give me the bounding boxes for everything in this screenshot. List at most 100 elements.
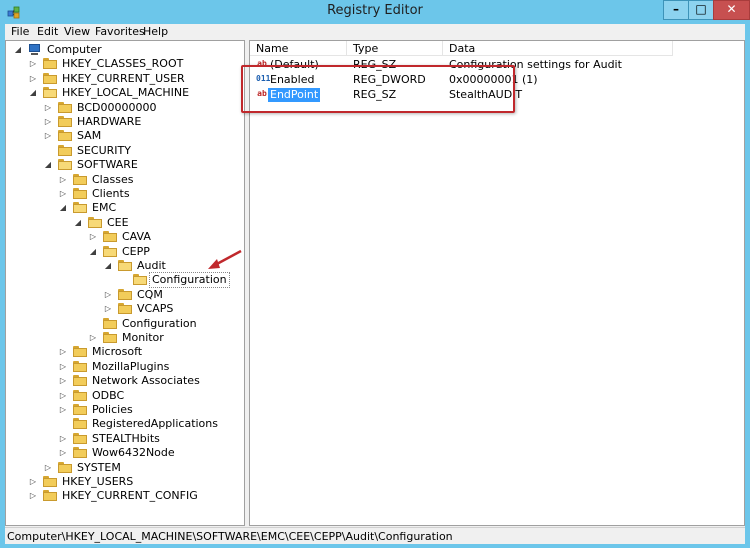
- collapse-arrow-icon[interactable]: ◢: [44, 158, 52, 172]
- column-header-name[interactable]: Name: [250, 41, 347, 56]
- tree-item[interactable]: ▷ Microsoft: [6, 345, 244, 359]
- expand-arrow-icon[interactable]: ▷: [29, 57, 37, 71]
- tree-item[interactable]: ◢ SOFTWARE: [6, 158, 244, 172]
- value-row[interactable]: 011 Enabled REG_DWORD 0x00000001 (1): [250, 73, 744, 87]
- tree-item[interactable]: ◢ EMC: [6, 201, 244, 215]
- menu-favorites[interactable]: Favorites: [95, 25, 145, 38]
- expand-arrow-icon[interactable]: ▷: [44, 101, 52, 115]
- maximize-button[interactable]: □: [688, 0, 714, 20]
- tree-item[interactable]: ▷ HKEY_USERS: [6, 475, 244, 489]
- tree-item[interactable]: ◢ CEE: [6, 216, 244, 230]
- tree-item[interactable]: ▷ VCAPS: [6, 302, 244, 316]
- tree-item[interactable]: ◢ HKEY_LOCAL_MACHINE: [6, 86, 244, 100]
- folder-icon: [58, 130, 72, 142]
- value-name: (Default): [270, 58, 319, 71]
- collapse-arrow-icon[interactable]: ◢: [59, 201, 67, 215]
- expand-arrow-icon[interactable]: ▷: [59, 345, 67, 359]
- binary-value-icon: 011: [256, 74, 271, 83]
- tree-item[interactable]: ▷ CAVA: [6, 230, 244, 244]
- expand-arrow-icon[interactable]: ▷: [29, 72, 37, 86]
- column-header-data[interactable]: Data: [443, 41, 673, 56]
- tree-item[interactable]: ▷ CQM: [6, 288, 244, 302]
- tree-item[interactable]: ▷ SYSTEM: [6, 461, 244, 475]
- expand-arrow-icon[interactable]: ▷: [104, 288, 112, 302]
- tree-item[interactable]: ▷ HARDWARE: [6, 115, 244, 129]
- folder-icon: [73, 188, 87, 199]
- tree-item[interactable]: ▷ STEALTHbits: [6, 432, 244, 446]
- expand-arrow-icon[interactable]: ▷: [59, 389, 67, 403]
- tree-item[interactable]: ◢ Computer: [6, 43, 244, 57]
- folder-icon: [73, 404, 87, 415]
- key-tree-pane[interactable]: ◢ Computer ▷ HKEY_CLASSES_ROOT ▷ HKEY_CURRENT…: [5, 40, 245, 526]
- tree-item-label: SAM: [77, 129, 102, 143]
- expand-arrow-icon[interactable]: ▷: [59, 374, 67, 388]
- tree-item[interactable]: RegisteredApplications: [6, 417, 244, 431]
- expand-arrow-icon[interactable]: ▷: [29, 475, 37, 489]
- menu-edit[interactable]: Edit: [37, 25, 58, 38]
- minimize-button[interactable]: –: [663, 0, 689, 20]
- tree-item[interactable]: ▷ Monitor: [6, 331, 244, 345]
- tree-item[interactable]: ▷ SAM: [6, 129, 244, 143]
- expand-arrow-icon[interactable]: ▷: [89, 230, 97, 244]
- value-name: EndPoint: [268, 88, 321, 102]
- folder-icon: [58, 159, 72, 171]
- tree-item-label: VCAPS: [137, 302, 174, 316]
- folder-icon: [43, 58, 57, 70]
- values-list-pane[interactable]: Name Type Data ab (Default) REG_SZ Confi…: [249, 40, 745, 526]
- tree-item[interactable]: ▷ HKEY_CURRENT_CONFIG: [6, 489, 244, 503]
- tree-item-selected[interactable]: Configuration: [6, 272, 244, 289]
- collapse-arrow-icon[interactable]: ◢: [74, 216, 82, 230]
- tree-item-label: ODBC: [92, 388, 125, 402]
- collapse-arrow-icon[interactable]: ◢: [89, 245, 97, 259]
- tree-item[interactable]: ▷ Network Associates: [6, 374, 244, 388]
- collapse-arrow-icon[interactable]: ◢: [14, 43, 22, 57]
- expand-arrow-icon[interactable]: ▷: [44, 129, 52, 143]
- collapse-arrow-icon[interactable]: ◢: [104, 259, 112, 273]
- expand-arrow-icon[interactable]: ▷: [59, 446, 67, 460]
- menu-file[interactable]: File: [11, 25, 29, 38]
- expand-arrow-icon[interactable]: ▷: [59, 187, 67, 201]
- expand-arrow-icon[interactable]: ▷: [44, 115, 52, 129]
- tree-item-label: SYSTEM: [77, 460, 121, 474]
- tree-item[interactable]: ▷ HKEY_CLASSES_ROOT: [6, 57, 244, 71]
- expand-arrow-icon[interactable]: ▷: [59, 432, 67, 446]
- value-row[interactable]: ab (Default) REG_SZ Configuration settin…: [250, 58, 744, 72]
- tree-item[interactable]: Configuration: [6, 317, 244, 331]
- tree-item[interactable]: ▷ ODBC: [6, 389, 244, 403]
- folder-icon: [73, 375, 87, 387]
- column-header-type[interactable]: Type: [347, 41, 443, 56]
- expand-arrow-icon[interactable]: ▷: [104, 302, 112, 316]
- tree-item-label: HKEY_CURRENT_CONFIG: [62, 489, 198, 503]
- tree-item-label: HKEY_CURRENT_USER: [62, 71, 185, 85]
- expand-arrow-icon[interactable]: ▷: [89, 331, 97, 345]
- collapse-arrow-icon[interactable]: ◢: [29, 86, 37, 100]
- folder-icon: [58, 116, 72, 127]
- expand-arrow-icon[interactable]: ▷: [59, 360, 67, 374]
- tree-item[interactable]: ▷ Classes: [6, 173, 244, 187]
- value-type: REG_SZ: [353, 88, 397, 101]
- expand-arrow-icon[interactable]: ▷: [59, 403, 67, 417]
- tree-item[interactable]: SECURITY: [6, 144, 244, 158]
- window-frame: File Edit View Favorites Help ◢ Computer ▷…: [5, 24, 745, 544]
- string-value-icon: ab: [257, 89, 267, 98]
- value-row-selected[interactable]: ab EndPoint REG_SZ StealthAUDIT: [250, 88, 744, 102]
- tree-item[interactable]: ▷ HKEY_CURRENT_USER: [6, 72, 244, 86]
- menu-view[interactable]: View: [64, 25, 90, 38]
- expand-arrow-icon[interactable]: ▷: [59, 173, 67, 187]
- value-data: StealthAUDIT: [449, 88, 523, 101]
- tree-item[interactable]: ▷ BCD00000000: [6, 101, 244, 115]
- tree-item[interactable]: ▷ MozillaPlugins: [6, 360, 244, 374]
- close-button[interactable]: ✕: [713, 0, 750, 20]
- tree-item[interactable]: ▷ Wow6432Node: [6, 446, 244, 460]
- tree-item-label: Network Associates: [92, 374, 200, 388]
- menu-help[interactable]: Help: [143, 25, 168, 38]
- tree-item-label: Computer: [47, 43, 102, 56]
- folder-icon: [73, 346, 87, 358]
- expand-arrow-icon[interactable]: ▷: [44, 461, 52, 475]
- folder-icon: [73, 432, 87, 444]
- tree-item-label: CEPP: [122, 244, 150, 258]
- expand-arrow-icon[interactable]: ▷: [29, 489, 37, 503]
- tree-item[interactable]: ▷ Policies: [6, 403, 244, 417]
- tree-item[interactable]: ▷ Clients: [6, 187, 244, 201]
- folder-icon: [133, 274, 147, 286]
